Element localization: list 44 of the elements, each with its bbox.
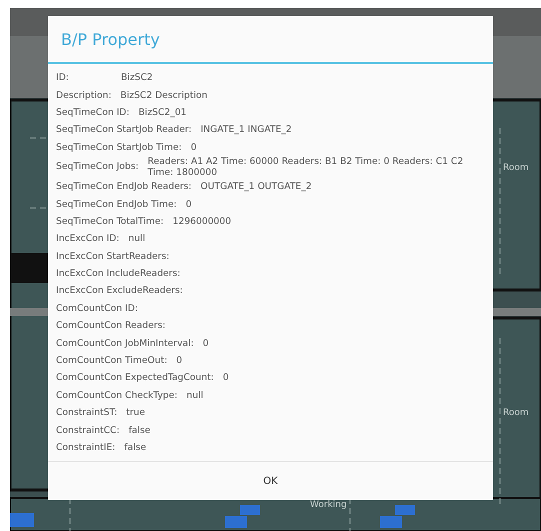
- property-label: ComCountCon Readers:: [56, 320, 166, 332]
- property-value: 0: [190, 142, 197, 153]
- property-value: BizSC2 Description: [120, 90, 208, 101]
- property-label: ConstraintCC:: [56, 424, 120, 436]
- property-value: BizSC2: [121, 72, 153, 84]
- property-label: ComCountCon ExpectedTagCount:: [56, 372, 214, 384]
- property-value: BizSC2_01: [138, 106, 187, 118]
- property-label: SeqTimeCon ID:: [56, 106, 130, 118]
- property-label: ConstraintST:: [56, 407, 118, 418]
- property-label: IncExcCon ID:: [56, 233, 120, 244]
- property-label: Description:: [56, 90, 112, 101]
- property-value: OUTGATE_1 OUTGATE_2: [200, 181, 312, 192]
- room-label: Room: [503, 408, 529, 418]
- property-value: 0: [202, 338, 209, 349]
- property-label: SeqTimeCon EndJob Time:: [56, 198, 177, 210]
- property-value: INGATE_1 INGATE_2: [200, 124, 292, 136]
- property-label: IncExcCon StartReaders:: [56, 250, 170, 262]
- property-label: SeqTimeCon Jobs:: [56, 161, 139, 172]
- dialog-title: B/P Property: [48, 16, 493, 64]
- property-label: SeqTimeCon StartJob Time:: [56, 142, 182, 153]
- property-label: SeqTimeCon EndJob Readers:: [56, 181, 192, 192]
- property-value: false: [124, 442, 146, 453]
- room-label: Room: [503, 163, 529, 173]
- property-value: 0: [222, 372, 229, 384]
- property-label: ComCountCon CheckType:: [56, 390, 178, 401]
- property-label: IncExcCon IncludeReaders:: [56, 268, 180, 280]
- property-label: SeqTimeCon StartJob Reader:: [56, 124, 192, 136]
- property-label: ConstraintIE:: [56, 442, 116, 453]
- property-label: SeqTimeCon TotalTime:: [56, 216, 164, 227]
- room-label: Working: [310, 500, 347, 510]
- property-label: ComCountCon JobMinInterval:: [56, 338, 194, 349]
- property-label: ComCountCon ID:: [56, 302, 138, 314]
- property-value: true: [126, 407, 146, 418]
- property-label: ComCountCon TimeOut:: [56, 355, 168, 366]
- property-value: 0: [176, 355, 182, 366]
- property-value: 1296000000: [172, 216, 232, 227]
- property-value: 0: [186, 198, 192, 210]
- property-label: IncExcCon ExcludeReaders:: [56, 285, 183, 296]
- property-label: ID:: [56, 72, 70, 84]
- ok-button[interactable]: OK: [48, 462, 493, 500]
- property-value: null: [128, 233, 146, 244]
- property-value: null: [186, 390, 204, 401]
- property-value: Readers: A1 A2 Time: 60000 Readers: B1 B2 Time: 0 Readers: C1 C2 Time: 1800000: [148, 156, 464, 178]
- property-value: false: [128, 424, 150, 436]
